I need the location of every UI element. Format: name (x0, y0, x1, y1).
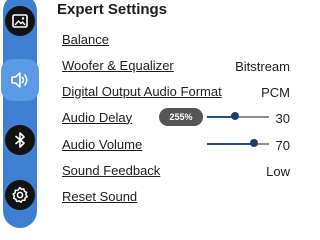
audio-delay-slider[interactable] (207, 107, 269, 127)
audio-delay-badge: 255% (159, 108, 203, 126)
bluetooth-icon (5, 125, 35, 155)
sidebar (1, 0, 39, 228)
audio-delay-thumb[interactable] (230, 112, 239, 120)
audio-volume-label: Audio Volume (62, 136, 143, 152)
audio-delay-value: 30 (275, 111, 290, 126)
sidebar-item-sound[interactable] (1, 59, 39, 101)
audio-delay-label: Audio Delay (62, 109, 133, 125)
reset-sound-label: Reset Sound (62, 188, 138, 204)
sidebar-item-picture[interactable] (3, 4, 37, 38)
audio-volume-fill (207, 143, 254, 145)
setting-balance[interactable]: Balance (62, 29, 290, 49)
digital-output-label: Digital Output Audio Format (62, 83, 222, 99)
sound-feedback-label: Sound Feedback (62, 162, 161, 178)
page-title: Expert Settings (57, 1, 168, 18)
woofer-equalizer-value: Bitstream (235, 59, 290, 74)
sidebar-item-settings[interactable] (3, 178, 37, 212)
woofer-equalizer-label: Woofer & Equalizer (62, 57, 174, 73)
setting-woofer-equalizer[interactable]: Woofer & Equalizer Bitstream (62, 55, 290, 75)
sound-feedback-value: Low (266, 164, 290, 179)
sidebar-item-bluetooth[interactable] (3, 123, 37, 157)
setting-digital-output-audio-format[interactable]: Digital Output Audio Format PCM (62, 81, 290, 101)
balance-label: Balance (62, 31, 109, 47)
audio-volume-thumb[interactable] (249, 139, 258, 147)
setting-reset-sound[interactable]: Reset Sound (62, 186, 290, 206)
image-icon (5, 6, 35, 36)
setting-sound-feedback[interactable]: Sound Feedback Low (62, 160, 290, 180)
audio-volume-slider[interactable] (207, 134, 269, 154)
digital-output-value: PCM (261, 85, 290, 100)
speaker-icon (5, 65, 35, 95)
gear-icon (5, 180, 35, 210)
audio-volume-value: 70 (275, 138, 290, 153)
